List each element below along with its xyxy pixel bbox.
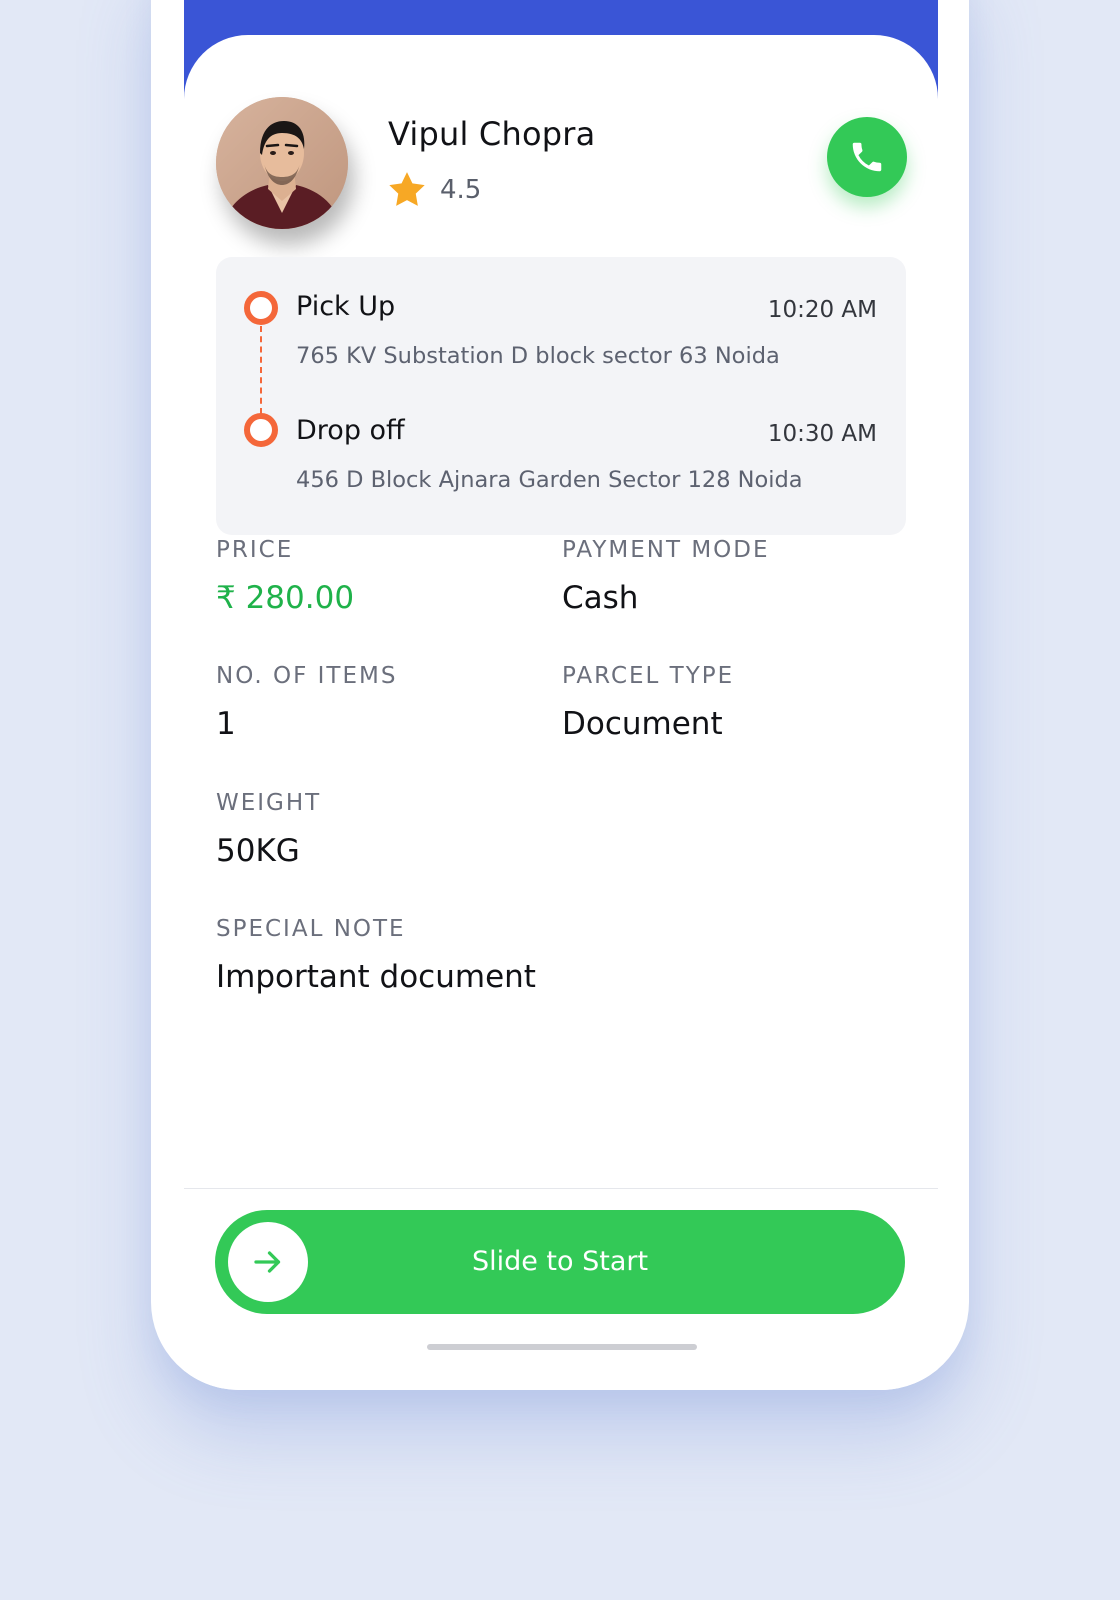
slide-to-start-slider[interactable]: Slide to Start [215,1210,905,1314]
phone-frame: Vipul Chopra 4.5 Pick Up 10:20 AM 765 KV… [151,0,969,1390]
price-value: ₹ 280.00 [216,580,355,616]
driver-avatar [216,97,348,229]
route-connector [260,326,262,414]
items-value: 1 [216,706,236,742]
payment-mode-label: PAYMENT MODE [562,537,770,563]
parcel-type-label: PARCEL TYPE [562,663,735,689]
avatar-photo [216,97,348,229]
parcel-type-value: Document [562,706,723,742]
slider-label: Slide to Start [471,1246,649,1277]
driver-name: Vipul Chopra [388,115,596,153]
pickup-title: Pick Up [296,291,396,322]
dropoff-time: 10:30 AM [767,421,877,447]
payment-mode-value: Cash [562,580,639,616]
star-icon [389,172,425,206]
special-note-label: SPECIAL NOTE [216,916,406,942]
call-driver-button[interactable] [827,117,907,197]
items-label: NO. OF ITEMS [216,663,398,689]
pickup-address: 765 KV Substation D block sector 63 Noid… [296,343,780,369]
weight-label: WEIGHT [216,790,322,816]
driver-rating: 4.5 [386,168,481,212]
ride-details-sheet: Vipul Chopra 4.5 Pick Up 10:20 AM 765 KV… [184,35,938,1390]
dropoff-address: 456 D Block Ajnara Garden Sector 128 Noi… [296,467,803,493]
pickup-time: 10:20 AM [767,297,877,323]
dropoff-marker-icon [244,413,278,447]
phone-icon [852,142,882,172]
special-note-value: Important document [216,959,536,995]
dropoff-title: Drop off [296,415,405,446]
footer-divider [184,1188,938,1189]
rating-value: 4.5 [440,175,482,205]
pickup-marker-icon [244,291,278,325]
home-indicator [427,1344,697,1350]
price-label: PRICE [216,537,294,563]
route-card: Pick Up 10:20 AM 765 KV Substation D blo… [216,257,906,535]
weight-value: 50KG [216,833,300,869]
